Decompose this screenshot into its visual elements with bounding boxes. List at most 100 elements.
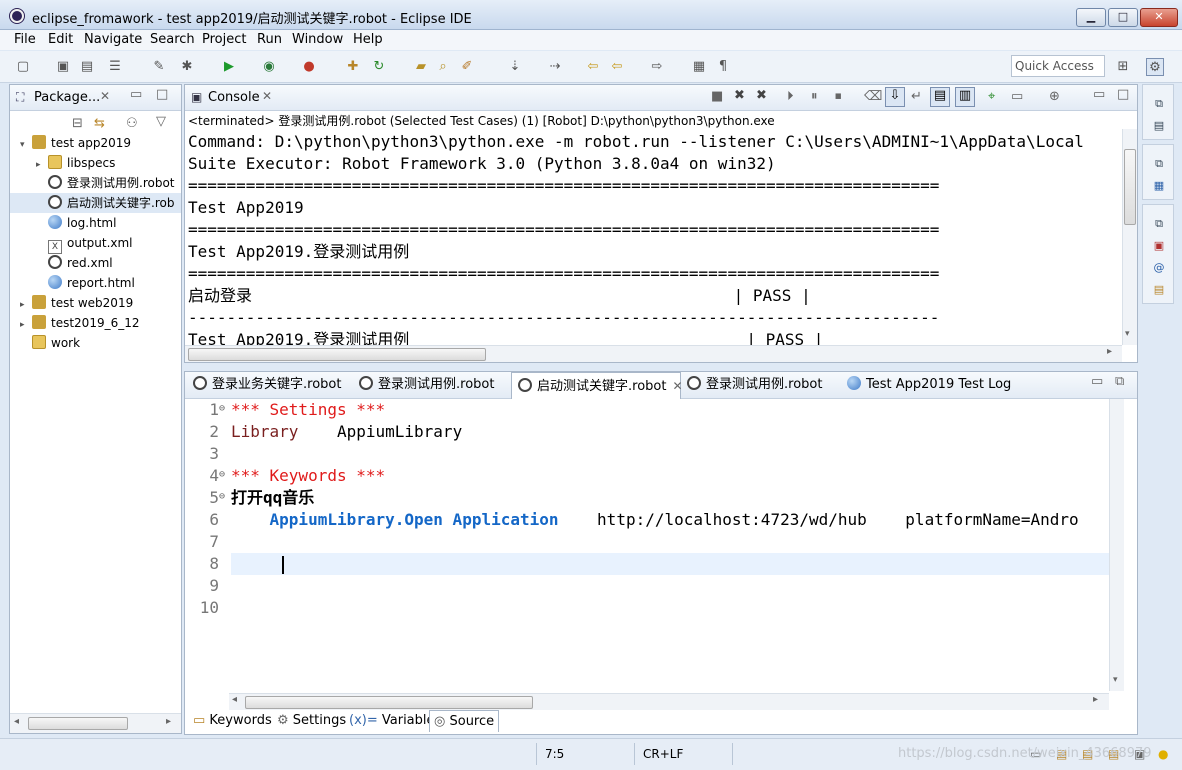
tree-item[interactable]: ▸ test web2019 [10,293,133,313]
tree-item[interactable]: report.html [10,273,135,293]
editor-tab-4[interactable]: 登录测试用例.robot [681,372,822,398]
console-scroll-right-icon[interactable]: ▸ [1107,346,1112,357]
save-icon[interactable]: ▣ [54,58,72,76]
close-button[interactable]: ✕ [1140,8,1178,27]
tree-item[interactable]: work [10,333,80,353]
pen-icon[interactable]: ✐ [458,58,476,76]
expand-toggle-icon[interactable]: ▸ [36,155,48,175]
scroll-lock-icon[interactable]: ⇩ [885,87,905,107]
maximize-console-icon[interactable]: □ [1117,87,1129,102]
minimize-view-icon[interactable]: ▭ [130,87,142,102]
console-vscrollbar[interactable]: ▾ [1122,129,1137,345]
restore-editor-icon[interactable]: ⧉ [1115,374,1124,389]
tree-item[interactable]: ▸ test2019_6_12 [10,313,140,333]
fold-icon[interactable]: ⊖ [219,403,225,414]
tab-source[interactable]: ◎ Source [429,710,500,732]
quick-access-input[interactable]: Quick Access [1011,55,1105,77]
hierarchy-icon[interactable]: ▦ [1150,177,1168,195]
menu-run[interactable]: Run [257,32,282,47]
new-console-icon[interactable]: ⊕ [1049,89,1060,104]
annotation-nav-icon[interactable]: ⇣ [506,58,524,76]
console-vscroll-thumb[interactable] [1124,149,1136,225]
remove-launch-icon[interactable]: ✖ [734,88,745,103]
clear-console-icon[interactable]: ⌫ [864,89,882,104]
stop-icon[interactable]: ⏹ [835,89,842,104]
forward-icon[interactable]: ⇨ [648,58,666,76]
tree-item[interactable]: ▾ test app2019 [10,133,131,153]
scroll-down-icon[interactable]: ▾ [1125,329,1130,339]
editor-tab-5[interactable]: Test App2019 Test Log [841,372,1011,398]
minimize-console-icon[interactable]: ▭ [1093,87,1105,102]
menu-project[interactable]: Project [202,32,246,47]
maximize-button[interactable]: □ [1108,8,1138,27]
show-output-icon[interactable]: ▤ [930,87,950,107]
maximize-view-icon[interactable]: □ [156,87,168,102]
robot-perspective-icon[interactable]: ⚙ [1146,58,1164,76]
collapse-all-icon[interactable]: ⊟ [72,116,83,131]
new-project-icon[interactable]: ✚ [344,58,362,76]
open-perspective-icon[interactable]: ⊞ [1114,58,1132,76]
tab-settings[interactable]: ⚙ Settings [273,710,350,732]
history-icon[interactable]: ⇦ [584,58,602,76]
tree-item[interactable]: Xoutput.xml [10,233,133,254]
declaration-icon[interactable]: ▤ [1150,281,1168,299]
show-error-icon[interactable]: ▥ [955,87,975,107]
run-icon[interactable]: ▶ [220,58,238,76]
resume-icon[interactable]: ⏵ [787,89,794,104]
tree-item[interactable]: log.html [10,213,116,233]
menu-navigate[interactable]: Navigate [84,32,142,47]
pilcrow-icon[interactable]: ¶ [714,58,732,76]
console-tab[interactable]: Console [208,90,260,105]
display-console-icon[interactable]: ▭ [1011,89,1023,104]
outline-icon[interactable]: ▤ [1150,117,1168,135]
save-all-icon[interactable]: ▤ [78,58,96,76]
restore-icon[interactable]: ⧉ [1150,155,1168,173]
editor-scroll-left-icon[interactable]: ◂ [232,694,237,705]
editor-scroll-right-icon[interactable]: ▸ [1093,694,1098,705]
problems-icon[interactable]: ▣ [1150,237,1168,255]
word-wrap-icon[interactable]: ↵ [911,89,922,104]
refresh-icon[interactable]: ↻ [370,58,388,76]
console-hscrollbar[interactable]: ▸ [185,345,1122,362]
last-edit-icon[interactable]: ⇢ [546,58,564,76]
javadoc-icon[interactable]: @ [1150,259,1168,277]
terminate-icon[interactable]: ■ [711,89,723,104]
search-icon[interactable]: ⌕ [434,58,452,76]
editor-hscrollbar[interactable]: ◂ ▸ [229,693,1109,710]
toggle-icon[interactable]: ▦ [690,58,708,76]
menu-file[interactable]: File [14,32,36,47]
properties-icon[interactable]: ☰ [106,58,124,76]
close-console-icon[interactable]: ✕ [262,89,272,103]
console-hscroll-thumb[interactable] [188,348,486,361]
debug-icon[interactable]: ✱ [178,58,196,76]
filter-icon[interactable]: ⚇ [126,116,138,131]
code-editor[interactable]: 1 2 3 4 5 6 7 8 9 10 ⊖ ⊖ ⊖ *** Settings … [197,399,1111,691]
editor-vscrollbar[interactable]: ▾ [1109,399,1124,691]
restore-icon[interactable]: ⧉ [1150,95,1168,113]
view-menu-icon[interactable]: ▽ [156,114,166,129]
tip-icon[interactable]: ● [1158,747,1168,761]
editor-tab-2[interactable]: 登录测试用例.robot [353,372,494,398]
link-editor-icon[interactable]: ⇆ [94,116,105,131]
expand-toggle-icon[interactable]: ▸ [20,315,32,335]
pin-console-icon[interactable]: ⌖ [988,89,995,104]
scroll-right-icon[interactable]: ▸ [166,716,171,727]
close-tab-icon[interactable]: ✕ [100,89,110,103]
minimize-editor-icon[interactable]: ▭ [1091,374,1103,389]
tree-item[interactable]: red.xml [10,253,113,273]
minimize-button[interactable]: ▁ [1076,8,1106,27]
editor-tab-1[interactable]: 登录业务关键字.robot [187,372,341,398]
menu-window[interactable]: Window [292,32,343,47]
package-explorer-tab[interactable]: Package... [34,90,100,105]
remove-all-icon[interactable]: ✖ [756,88,767,103]
menu-edit[interactable]: Edit [48,32,73,47]
tree-item[interactable]: ▸ libspecs [10,153,115,173]
editor-scroll-down-icon[interactable]: ▾ [1113,675,1118,685]
fold-icon[interactable]: ⊖ [219,469,225,480]
tree-item[interactable]: 启动测试关键字.rob [10,193,181,213]
new-icon[interactable]: ▢ [14,58,32,76]
back-icon[interactable]: ⇦ [608,58,626,76]
expand-toggle-icon[interactable]: ▸ [20,295,32,315]
scroll-left-icon[interactable]: ◂ [14,716,19,727]
coverage-icon[interactable]: ◉ [260,58,278,76]
